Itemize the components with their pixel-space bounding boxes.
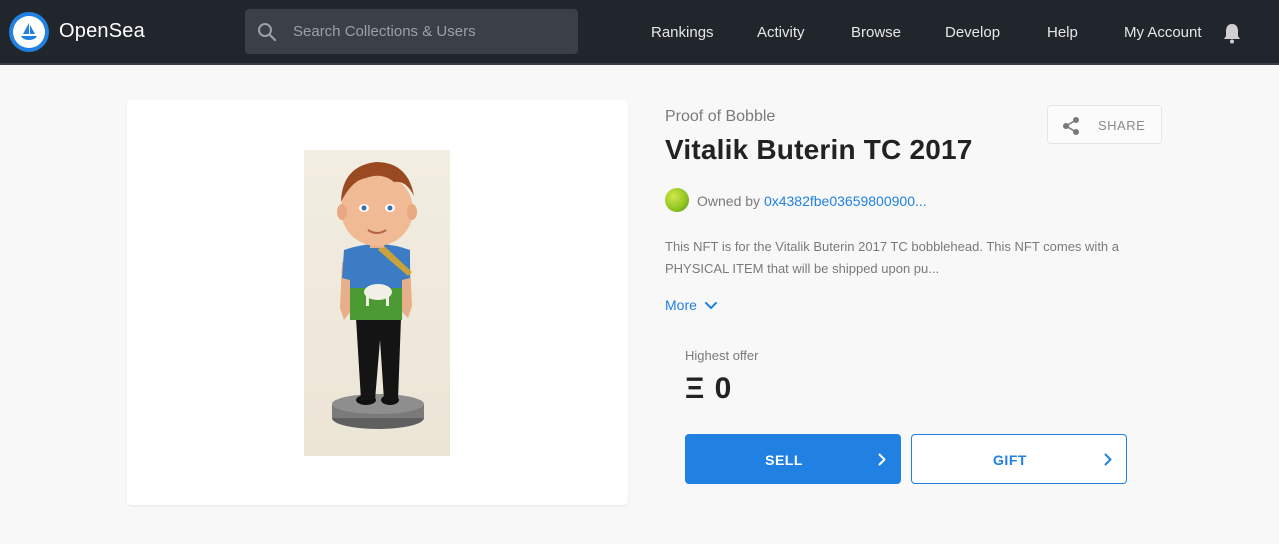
search-input[interactable] [293,9,573,54]
asset-image[interactable] [304,150,450,456]
share-icon [1061,116,1081,141]
owner-address-link[interactable]: 0x4382fbe03659800900... [764,193,927,209]
nav-browse[interactable]: Browse [851,24,901,41]
more-button[interactable]: More [665,297,717,313]
gift-button[interactable]: GIFT [911,434,1127,484]
asset-image-card [127,100,628,505]
nav-my-account[interactable]: My Account [1124,24,1202,41]
nav-activity[interactable]: Activity [757,24,805,41]
collection-name[interactable]: Proof of Bobble [665,108,775,126]
share-label: SHARE [1098,118,1146,133]
sell-button[interactable]: SELL [685,434,901,484]
owned-by-label: Owned by [697,193,761,209]
chevron-down-icon [701,297,717,313]
chevron-right-icon [1104,453,1112,471]
nav-rankings[interactable]: Rankings [651,24,714,41]
asset-title: Vitalik Buterin TC 2017 [665,134,973,165]
sell-label: SELL [765,452,803,468]
nav-help[interactable]: Help [1047,24,1078,41]
highest-offer-label: Highest offer [685,348,759,363]
gift-label: GIFT [993,452,1027,468]
chevron-right-icon [878,453,886,471]
search-icon [257,22,277,47]
top-navigation-bar: OpenSea Rankings Activity Browse Develop… [0,0,1279,65]
highest-offer-value: Ξ 0 [685,372,733,405]
search-box[interactable] [245,9,578,54]
more-label: More [665,297,697,313]
nav-develop[interactable]: Develop [945,24,1000,41]
bell-icon[interactable] [1222,22,1242,49]
opensea-logo-icon[interactable] [9,12,49,52]
brand-name[interactable]: OpenSea [59,20,145,43]
share-button[interactable]: SHARE [1047,105,1162,144]
asset-description: This NFT is for the Vitalik Buterin 2017… [665,239,1120,276]
owner-line: Owned by 0x4382fbe03659800900... [697,193,927,209]
owner-avatar[interactable] [665,188,689,212]
